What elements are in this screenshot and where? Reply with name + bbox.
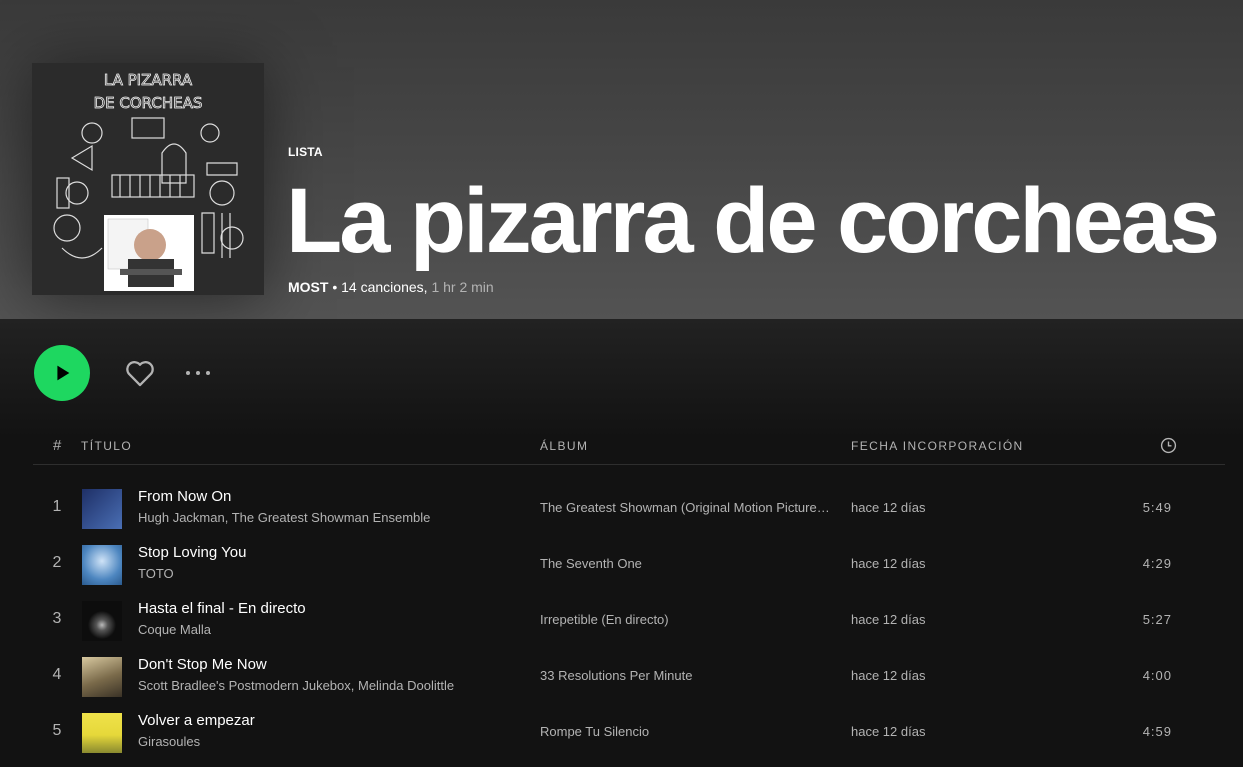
play-button[interactable] (34, 345, 90, 401)
track-date-added: hace 12 días (851, 612, 926, 627)
clock-icon (1160, 437, 1177, 454)
track-artist-link[interactable]: Hugh Jackman, The Greatest Showman Ensem… (138, 510, 430, 525)
track-album-link[interactable]: Rompe Tu Silencio (540, 724, 832, 739)
track-row[interactable]: 4 Don't Stop Me Now Scott Bradlee's Post… (33, 649, 1225, 705)
meta-separator: • (328, 279, 342, 295)
track-artist-link[interactable]: Scott Bradlee's Postmodern Jukebox, Meli… (138, 678, 454, 693)
cover-title-line-1: LA PIZARRA (104, 71, 193, 89)
track-title-link[interactable]: From Now On (138, 488, 231, 505)
tracklist-header: # TÍTULO ÁLBUM FECHA INCORPORACIÓN (33, 436, 1225, 465)
playlist-meta: MOST • 14 canciones, 1 hr 2 min (288, 279, 494, 295)
column-header-duration[interactable] (1160, 437, 1177, 457)
track-date-added: hace 12 días (851, 500, 926, 515)
track-number: 4 (52, 666, 62, 683)
track-row[interactable]: 2 Stop Loving You TOTO The Seventh One h… (33, 537, 1225, 593)
more-icon (186, 371, 210, 375)
track-album-link[interactable]: The Seventh One (540, 556, 832, 571)
track-title-link[interactable]: Volver a empezar (138, 712, 255, 729)
track-album-link[interactable]: Irrepetible (En directo) (540, 612, 832, 627)
column-header-number[interactable]: # (53, 437, 61, 454)
track-duration: 4:59 (1142, 724, 1172, 739)
track-duration: 5:27 (1142, 612, 1172, 627)
track-artist-link[interactable]: TOTO (138, 566, 174, 581)
playlist-type-label: LISTA (288, 145, 323, 159)
playlist-title: La pizarra de corcheas (286, 170, 1220, 272)
track-number: 3 (52, 610, 62, 627)
column-header-date-added[interactable]: FECHA INCORPORACIÓN (851, 439, 1024, 453)
track-artist-link[interactable]: Coque Malla (138, 622, 211, 637)
play-icon (57, 365, 70, 381)
track-album-thumbnail (82, 489, 122, 529)
track-row[interactable]: 1 From Now On Hugh Jackman, The Greatest… (33, 481, 1225, 537)
track-date-added: hace 12 días (851, 556, 926, 571)
track-number: 5 (52, 722, 62, 739)
track-number: 2 (52, 554, 62, 571)
playlist-owner-link[interactable]: MOST (288, 279, 328, 295)
save-to-library-button[interactable] (122, 355, 158, 391)
track-duration: 4:00 (1142, 668, 1172, 683)
track-album-thumbnail (82, 713, 122, 753)
more-options-button[interactable] (182, 360, 214, 386)
column-header-album[interactable]: ÁLBUM (540, 439, 588, 453)
track-number: 1 (52, 498, 62, 515)
track-duration: 4:29 (1142, 556, 1172, 571)
track-title-link[interactable]: Stop Loving You (138, 544, 246, 561)
track-row[interactable]: 5 Volver a empezar Girasoules Rompe Tu S… (33, 705, 1225, 761)
song-count: 14 canciones, (341, 279, 428, 295)
track-title-link[interactable]: Hasta el final - En directo (138, 600, 306, 617)
cover-title-line-2: DE CORCHEAS (94, 94, 203, 112)
playlist-cover-image[interactable]: LA PIZARRA DE CORCHEAS (32, 63, 264, 295)
track-date-added: hace 12 días (851, 724, 926, 739)
column-header-title[interactable]: TÍTULO (81, 439, 132, 453)
track-album-thumbnail (82, 657, 122, 697)
track-album-thumbnail (82, 545, 122, 585)
cover-art: LA PIZARRA DE CORCHEAS (32, 63, 264, 295)
track-date-added: hace 12 días (851, 668, 926, 683)
playlist-duration: 1 hr 2 min (431, 279, 494, 295)
track-title-link[interactable]: Don't Stop Me Now (138, 656, 267, 673)
heart-icon (126, 361, 154, 387)
track-album-link[interactable]: The Greatest Showman (Original Motion Pi… (540, 500, 832, 515)
track-album-link[interactable]: 33 Resolutions Per Minute (540, 668, 832, 683)
track-artist-link[interactable]: Girasoules (138, 734, 200, 749)
track-duration: 5:49 (1142, 500, 1172, 515)
track-album-thumbnail (82, 601, 122, 641)
track-row[interactable]: 3 Hasta el final - En directo Coque Mall… (33, 593, 1225, 649)
